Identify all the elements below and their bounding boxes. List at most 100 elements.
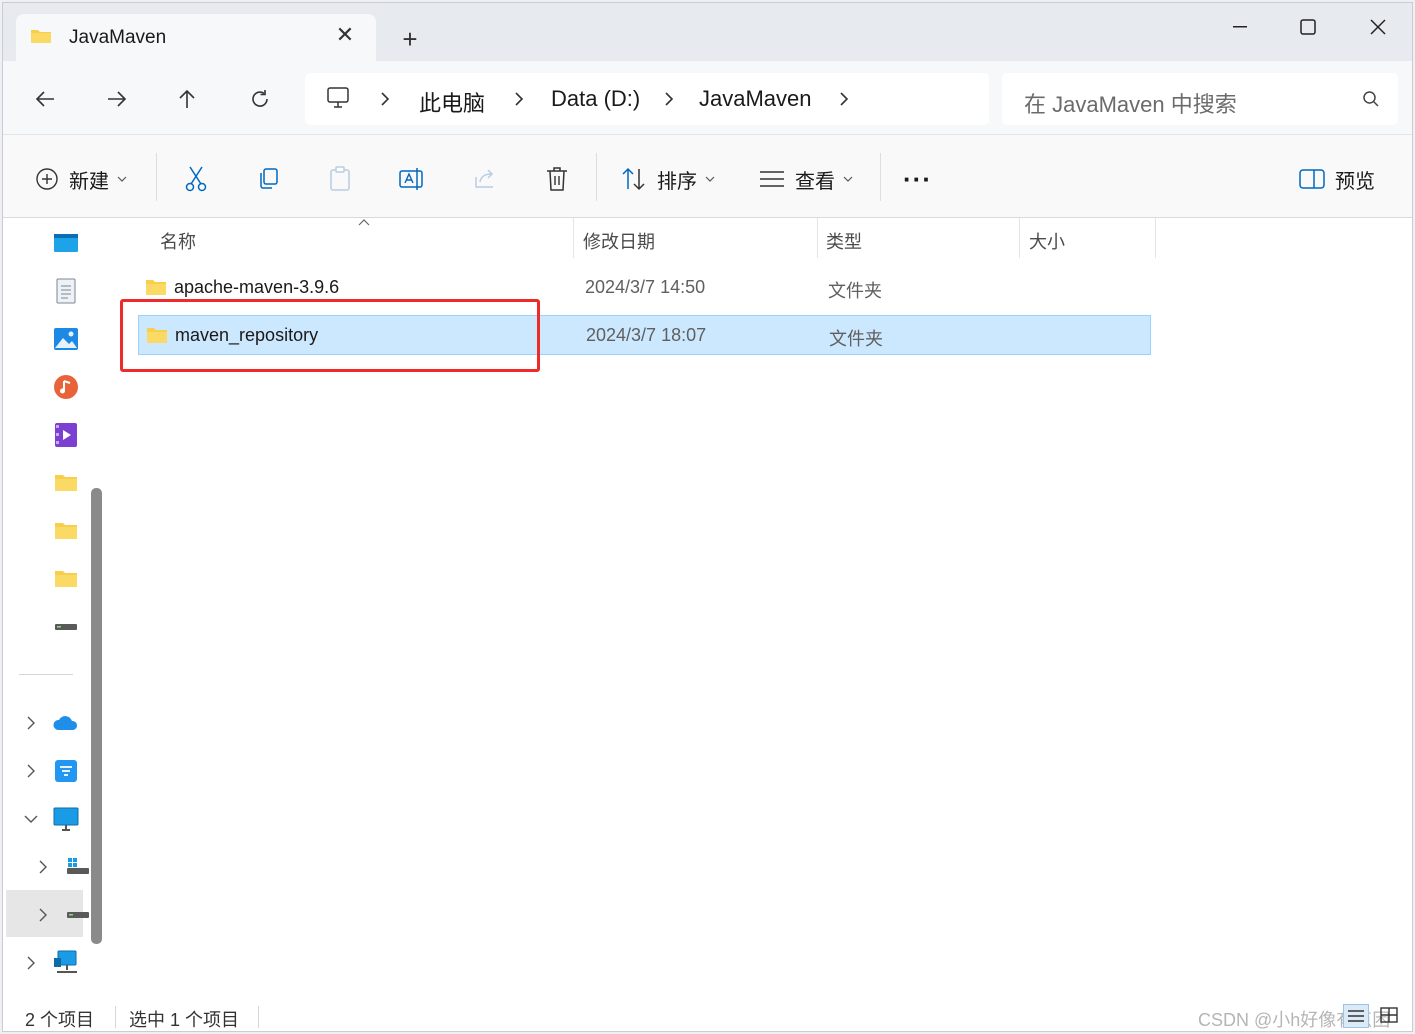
chevron-right-icon[interactable] — [36, 860, 50, 874]
pictures-icon[interactable] — [53, 326, 79, 352]
more-options-button[interactable]: ··· — [903, 161, 932, 197]
chevron-right-icon — [665, 92, 674, 106]
new-tab-button[interactable]: + — [395, 25, 425, 55]
sort-button[interactable]: 排序 — [621, 161, 715, 197]
chevron-down-icon[interactable] — [24, 812, 38, 826]
details-view-button[interactable] — [1343, 1004, 1369, 1028]
breadcrumb-this-pc[interactable]: 此电脑 — [419, 86, 485, 118]
arrow-up-icon — [179, 89, 195, 108]
search-placeholder: 在 JavaMaven 中搜索 — [1024, 92, 1237, 117]
selection-count: 选中 1 个项目 — [129, 1010, 240, 1030]
column-header-name[interactable]: 名称 — [160, 228, 196, 254]
paste-button[interactable] — [328, 161, 352, 197]
folder-icon[interactable] — [53, 470, 79, 496]
folder-icon — [31, 30, 51, 43]
tab-close-button[interactable]: ✕ — [332, 22, 358, 48]
file-row[interactable]: apache-maven-3.9.6 2024/3/7 14:50 文件夹 — [138, 268, 1151, 308]
minimize-icon — [1233, 26, 1247, 28]
column-separator[interactable] — [817, 218, 818, 258]
folder-icon — [147, 328, 167, 343]
chevron-right-icon[interactable] — [36, 908, 50, 922]
breadcrumb-javamaven[interactable]: JavaMaven — [699, 86, 812, 112]
column-separator[interactable] — [1155, 218, 1156, 258]
drive-icon[interactable] — [65, 902, 91, 928]
folder-icon[interactable] — [53, 566, 79, 592]
sort-icon — [622, 167, 645, 191]
preview-pane-button[interactable]: 预览 — [1299, 161, 1375, 197]
file-name: apache-maven-3.9.6 — [174, 277, 340, 297]
file-list: 名称 修改日期 类型 大小 apache-maven-3.9.6 2024/3/… — [108, 218, 1412, 1000]
column-separator[interactable] — [1019, 218, 1020, 258]
copy-icon — [260, 168, 278, 189]
preview-label: 预览 — [1335, 170, 1375, 193]
delete-button[interactable] — [545, 161, 569, 197]
refresh-icon — [252, 90, 268, 107]
chevron-down-icon — [843, 176, 853, 182]
music-icon[interactable] — [53, 374, 79, 400]
file-type: 文件夹 — [828, 281, 882, 301]
minimize-button[interactable] — [1205, 9, 1275, 45]
more-icon: ··· — [903, 164, 932, 194]
view-label: 查看 — [795, 170, 835, 193]
column-header-type[interactable]: 类型 — [826, 228, 862, 254]
desktop-icon[interactable] — [53, 230, 79, 256]
back-button[interactable] — [27, 81, 63, 117]
nav-divider — [19, 674, 73, 675]
up-button[interactable] — [169, 81, 205, 117]
clipboard-icon — [330, 166, 350, 191]
close-window-button[interactable] — [1343, 9, 1412, 45]
onedrive-icon[interactable] — [53, 710, 79, 736]
this-pc-icon[interactable] — [53, 806, 79, 832]
maximize-icon — [1300, 19, 1316, 35]
folder-icon — [146, 280, 166, 295]
search-input[interactable]: 在 JavaMaven 中搜索 — [1002, 73, 1398, 125]
videos-icon[interactable] — [53, 422, 79, 448]
cloud-drive-icon[interactable] — [53, 758, 79, 784]
toolbar-separator — [880, 153, 881, 201]
navigation-bar: 此电脑 Data (D:) JavaMaven 在 JavaMaven 中搜索 — [3, 61, 1412, 134]
chevron-right-icon[interactable] — [24, 716, 38, 730]
forward-button[interactable] — [99, 81, 135, 117]
maximize-button[interactable] — [1273, 9, 1343, 45]
sort-ascending-icon — [358, 219, 370, 226]
document-icon[interactable] — [53, 278, 79, 304]
file-row-selected[interactable]: maven_repository 2024/3/7 18:07 文件夹 — [138, 315, 1151, 355]
chevron-right-icon — [381, 92, 390, 106]
file-date: 2024/3/7 14:50 — [585, 277, 706, 297]
drive-icon[interactable] — [53, 614, 79, 640]
toolbar-separator — [156, 153, 157, 201]
preview-pane-icon — [1299, 169, 1325, 189]
refresh-button[interactable] — [242, 81, 278, 117]
folder-icon[interactable] — [53, 518, 79, 544]
scissors-icon — [185, 166, 207, 192]
copy-button[interactable] — [256, 161, 280, 197]
nav-scrollbar[interactable] — [91, 488, 102, 944]
explorer-window: JavaMaven ✕ + 此电脑 Data (D:) JavaMaven 在 … — [2, 2, 1413, 1032]
toolbar-separator — [596, 153, 597, 201]
chevron-down-icon — [117, 176, 127, 182]
tiles-view-button[interactable] — [1377, 1004, 1403, 1028]
network-icon[interactable] — [53, 950, 79, 976]
share-button[interactable] — [473, 161, 497, 197]
cut-button[interactable] — [184, 161, 208, 197]
column-header-size[interactable]: 大小 — [1029, 228, 1065, 254]
new-label: 新建 — [69, 170, 109, 193]
tab-javamaven[interactable]: JavaMaven ✕ — [16, 14, 376, 61]
chevron-right-icon[interactable] — [24, 956, 38, 970]
navigation-pane — [3, 218, 107, 1000]
breadcrumb-data-drive[interactable]: Data (D:) — [551, 86, 640, 112]
rename-button[interactable] — [399, 161, 425, 197]
command-bar: 新建 排序 查看 ··· 预览 — [3, 134, 1412, 218]
column-separator[interactable] — [573, 218, 574, 258]
view-button[interactable]: 查看 — [759, 161, 853, 197]
arrow-left-icon — [35, 91, 54, 107]
tiles-view-icon — [1380, 1007, 1398, 1023]
arrow-right-icon — [108, 91, 127, 107]
new-button[interactable]: 新建 — [35, 161, 127, 197]
chevron-right-icon — [515, 92, 524, 106]
column-header-date[interactable]: 修改日期 — [583, 228, 655, 254]
windows-drive-icon[interactable] — [65, 854, 91, 880]
chevron-right-icon[interactable] — [24, 764, 38, 778]
address-bar[interactable]: 此电脑 Data (D:) JavaMaven — [305, 73, 989, 125]
close-icon — [1370, 19, 1386, 35]
